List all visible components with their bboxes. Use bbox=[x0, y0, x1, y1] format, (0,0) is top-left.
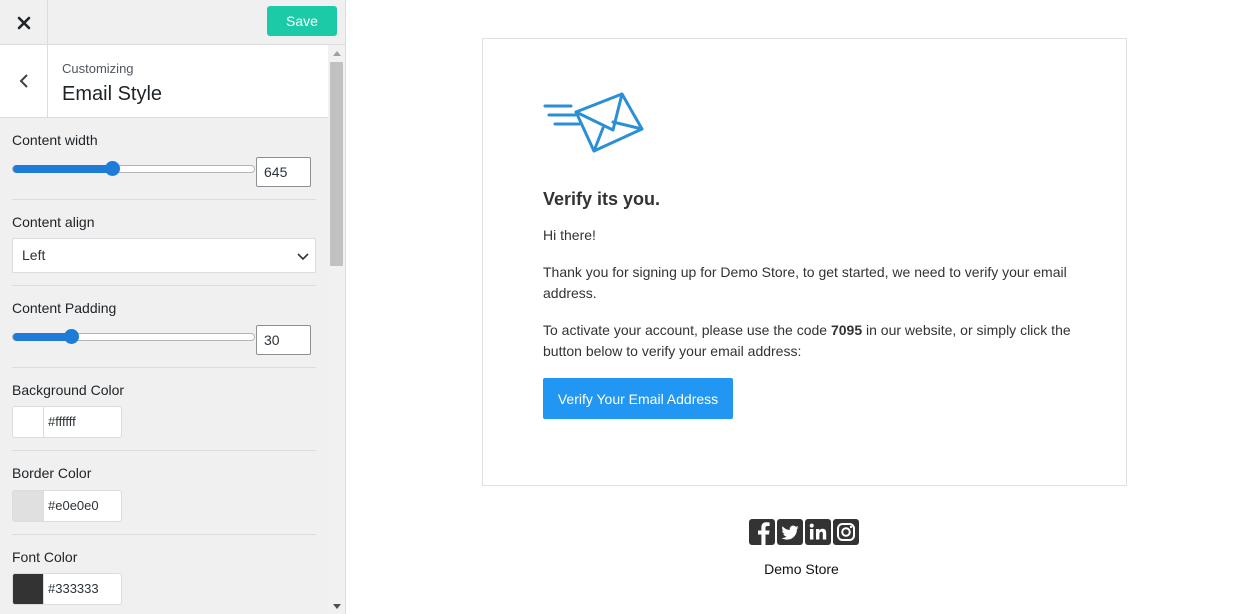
content-padding-slider-thumb[interactable] bbox=[63, 329, 79, 344]
social-links bbox=[749, 519, 859, 545]
close-button[interactable] bbox=[0, 0, 48, 45]
email-greeting: Hi there! bbox=[543, 227, 596, 243]
close-icon bbox=[17, 16, 30, 29]
verification-code: 7095 bbox=[830, 322, 863, 338]
chevron-down-icon bbox=[297, 253, 309, 261]
content-align-label: Content align bbox=[12, 214, 95, 230]
background-color-value: #ffffff bbox=[48, 414, 76, 429]
back-button[interactable] bbox=[0, 45, 48, 117]
content-align-select[interactable]: Left bbox=[12, 238, 316, 273]
divider bbox=[12, 534, 316, 535]
divider bbox=[12, 199, 316, 200]
font-color-picker[interactable]: #333333 bbox=[12, 573, 122, 605]
scrollbar-thumb[interactable] bbox=[330, 62, 343, 266]
scroll-down-arrow-icon[interactable] bbox=[328, 600, 345, 612]
email-preview: Verify its you. Hi there! Thank you for … bbox=[346, 0, 1257, 614]
font-color-swatch[interactable] bbox=[13, 574, 44, 604]
sidebar-scrollbar[interactable] bbox=[328, 45, 345, 614]
verify-email-button[interactable]: Verify Your Email Address bbox=[543, 378, 733, 419]
content-width-slider[interactable] bbox=[12, 161, 255, 176]
email-paragraph-code: To activate your account, please use the… bbox=[543, 320, 1083, 362]
font-color-value: #333333 bbox=[48, 581, 99, 596]
content-padding-slider[interactable] bbox=[12, 329, 255, 344]
border-color-swatch[interactable] bbox=[13, 491, 44, 521]
scroll-up-arrow-icon[interactable] bbox=[328, 47, 345, 59]
code-text-before: To activate your account, please use the… bbox=[543, 322, 831, 338]
content-width-slider-thumb[interactable] bbox=[104, 161, 120, 176]
content-width-slider-fill bbox=[13, 165, 112, 173]
background-color-swatch[interactable] bbox=[13, 407, 44, 437]
font-color-label: Font Color bbox=[12, 549, 78, 565]
facebook-icon[interactable] bbox=[749, 519, 775, 545]
content-padding-label: Content Padding bbox=[12, 300, 117, 316]
email-card: Verify its you. Hi there! Thank you for … bbox=[482, 38, 1127, 486]
border-color-picker[interactable]: #e0e0e0 bbox=[12, 490, 122, 522]
email-heading: Verify its you. bbox=[543, 189, 661, 209]
section-title: Email Style bbox=[62, 83, 163, 105]
content-padding-slider-fill bbox=[13, 333, 71, 341]
section-header: Customizing Email Style bbox=[0, 45, 328, 118]
border-color-value: #e0e0e0 bbox=[48, 498, 99, 513]
content-width-input[interactable]: 645 bbox=[256, 157, 311, 187]
email-paragraph-intro: Thank you for signing up for Demo Store,… bbox=[543, 264, 1067, 301]
content-align-value: Left bbox=[22, 247, 46, 263]
customizer-sidebar: Save Customizing Email Style Content wid… bbox=[0, 0, 346, 614]
divider bbox=[12, 450, 316, 451]
background-color-picker[interactable]: #ffffff bbox=[12, 406, 122, 438]
divider bbox=[12, 367, 316, 368]
mail-fast-icon bbox=[543, 92, 644, 153]
breadcrumb: Customizing bbox=[62, 61, 134, 76]
chevron-left-icon bbox=[19, 74, 28, 88]
twitter-icon[interactable] bbox=[777, 519, 803, 545]
instagram-icon[interactable] bbox=[833, 519, 859, 545]
border-color-label: Border Color bbox=[12, 465, 92, 481]
footer-store-name: Demo Store bbox=[764, 561, 839, 577]
linkedin-icon[interactable] bbox=[805, 519, 831, 545]
customizer-topbar: Save bbox=[0, 0, 345, 45]
divider bbox=[12, 285, 316, 286]
background-color-label: Background Color bbox=[12, 382, 125, 398]
content-padding-input[interactable]: 30 bbox=[256, 325, 311, 355]
save-button[interactable]: Save bbox=[267, 6, 337, 36]
content-width-label: Content width bbox=[12, 132, 98, 148]
